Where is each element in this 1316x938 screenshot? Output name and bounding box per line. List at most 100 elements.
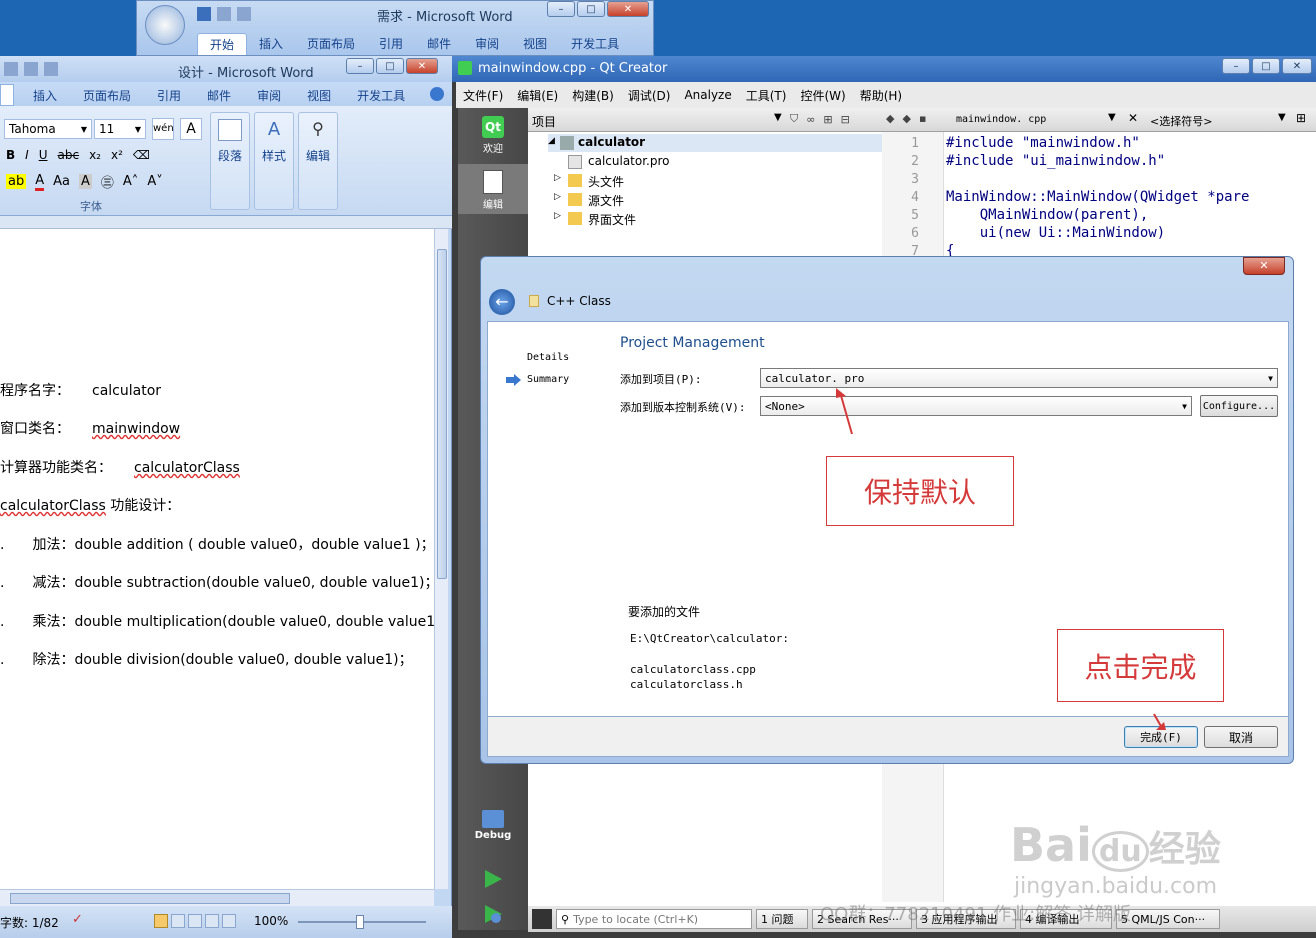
undo-icon[interactable] (217, 7, 231, 21)
close-button[interactable]: ✕ (1282, 58, 1312, 74)
close-button[interactable]: ✕ (406, 58, 438, 74)
split-icon[interactable]: ⊞ (823, 113, 832, 126)
configure-button[interactable]: Configure... (1200, 395, 1278, 417)
cancel-button[interactable]: 取消 (1204, 726, 1278, 748)
redo-icon[interactable] (24, 62, 38, 76)
document-page[interactable]: 程序名字： calculator 窗口类名： mainwindow 计算器功能类名：… (0, 229, 455, 932)
ribbon-tab[interactable]: 邮件 (415, 33, 463, 55)
ribbon-tab[interactable]: 引用 (367, 33, 415, 55)
bold-icon[interactable]: B (6, 148, 15, 162)
subscript-icon[interactable]: x₂ (89, 148, 101, 162)
superscript-icon[interactable]: x² (111, 148, 123, 162)
ribbon-tab[interactable]: 审阅 (244, 85, 294, 106)
grow-font-icon[interactable]: A˄ (123, 174, 138, 189)
undo-icon[interactable] (4, 62, 18, 76)
debug-run-icon[interactable] (482, 903, 504, 925)
redo-icon[interactable] (237, 7, 251, 21)
mode-edit[interactable]: 编辑 (458, 164, 528, 214)
mode-welcome[interactable]: Qt 欢迎 (458, 114, 528, 160)
close-button[interactable]: ✕ (1243, 257, 1285, 275)
phonetic-guide-icon[interactable]: wén (152, 118, 174, 140)
ribbon-tab[interactable]: 引用 (144, 85, 194, 106)
close-file-icon[interactable]: ✕ (1128, 111, 1138, 125)
horizontal-scrollbar[interactable] (0, 889, 434, 906)
ribbon-tab[interactable]: 审阅 (463, 33, 511, 55)
ribbon-tab[interactable]: 开发工具 (559, 33, 631, 55)
zoom-level[interactable]: 100% (254, 914, 288, 928)
ribbon-tab[interactable]: 邮件 (194, 85, 244, 106)
output-tab-qml[interactable]: 5 QML/JS Con··· (1116, 909, 1220, 929)
ribbon-tab[interactable]: 开始 (197, 33, 248, 55)
open-file-combo[interactable]: mainwindow. cpp (956, 114, 1046, 125)
draft-icon[interactable] (222, 914, 236, 928)
office-button[interactable] (145, 5, 185, 45)
menu-item[interactable]: 控件(W) (793, 87, 852, 104)
scroll-thumb[interactable] (10, 893, 290, 904)
run-icon[interactable] (482, 868, 504, 890)
ribbon-tab[interactable]: 插入 (247, 33, 295, 55)
paragraph-group[interactable]: 段落 (210, 112, 250, 210)
minimize-button[interactable]: – (547, 1, 575, 17)
print-layout-icon[interactable] (154, 914, 168, 928)
menu-item[interactable]: 文件(F) (456, 87, 510, 104)
ribbon-tab[interactable]: 视图 (511, 33, 559, 55)
minimize-button[interactable]: – (1222, 58, 1250, 74)
change-case-icon[interactable]: Aa (53, 174, 70, 189)
link-icon[interactable]: ∞ (806, 113, 815, 126)
enclose-char-icon[interactable]: ㊂ (101, 172, 114, 191)
print-preview-icon[interactable] (44, 62, 58, 76)
menu-item[interactable]: 帮助(H) (853, 87, 909, 104)
ribbon-tab[interactable]: 插入 (20, 85, 70, 106)
font-name-combo[interactable]: Tahoma ▼ (4, 119, 92, 139)
web-layout-icon[interactable] (188, 914, 202, 928)
close-button[interactable]: ✕ (607, 1, 649, 17)
tab-home[interactable] (0, 84, 14, 106)
add-to-project-combo[interactable]: calculator. pro ▼ (760, 368, 1278, 388)
maximize-button[interactable]: □ (577, 1, 605, 17)
clear-format-icon[interactable]: ⌫ (133, 148, 150, 162)
maximize-button[interactable]: □ (1252, 58, 1280, 74)
italic-icon[interactable]: I (25, 148, 29, 162)
shrink-font-icon[interactable]: A˅ (147, 174, 162, 189)
menu-item[interactable]: Analyze (677, 88, 738, 102)
word-count[interactable]: 字数: 1/82 (0, 914, 59, 931)
char-shading-icon[interactable]: A (78, 174, 92, 189)
chevron-down-icon[interactable]: ▼ (1108, 112, 1116, 123)
back-icon[interactable]: ◆ (886, 112, 894, 125)
back-arrow-icon[interactable]: ← (489, 289, 515, 315)
editing-group[interactable]: ⚲ 编辑 (298, 112, 338, 210)
output-tab-issues[interactable]: 1 问题 (756, 909, 808, 929)
styles-group[interactable]: A 样式 (254, 112, 294, 210)
menu-item[interactable]: 调试(D) (621, 87, 678, 104)
symbol-combo[interactable]: <选择符号> (1150, 113, 1212, 129)
full-screen-icon[interactable] (171, 914, 185, 928)
vcs-combo[interactable]: <None> ▼ (760, 396, 1192, 416)
tree-root[interactable]: ◢ calculator (548, 134, 882, 152)
split-icon[interactable]: ⊞ (1296, 111, 1306, 125)
underline-icon[interactable]: U (39, 148, 48, 162)
strikethrough-icon[interactable]: abc (58, 148, 80, 162)
menu-item[interactable]: 编辑(E) (510, 87, 565, 104)
locator-input[interactable]: ⚲ Type to locate (Ctrl+K) (556, 909, 752, 929)
vertical-scrollbar[interactable] (434, 229, 448, 889)
forward-icon[interactable]: ◆ (902, 112, 910, 125)
chevron-down-icon[interactable]: ▼ (774, 112, 782, 123)
close-pane-icon[interactable]: ⊟ (841, 113, 850, 126)
ribbon-tab[interactable]: 开发工具 (344, 85, 418, 106)
font-color-icon[interactable]: A (35, 173, 45, 191)
menu-item[interactable]: 构建(B) (565, 87, 621, 104)
help-icon[interactable] (430, 87, 444, 101)
ribbon-tab[interactable]: 页面布局 (295, 33, 367, 55)
font-size-combo[interactable]: 11 ▼ (94, 119, 146, 139)
maximize-button[interactable]: □ (376, 58, 404, 74)
menu-item[interactable]: 工具(T) (739, 87, 794, 104)
ribbon-tab[interactable]: 页面布局 (70, 85, 144, 106)
save-icon[interactable] (197, 7, 211, 21)
ribbon-tab[interactable]: 视图 (294, 85, 344, 106)
character-border-icon[interactable]: A (180, 118, 202, 140)
mode-debug[interactable]: Debug (458, 808, 528, 854)
chevron-down-icon[interactable]: ▼ (1278, 112, 1286, 123)
minimize-button[interactable]: – (346, 58, 374, 74)
highlight-icon[interactable]: ab (6, 174, 27, 189)
scroll-thumb[interactable] (436, 249, 447, 579)
